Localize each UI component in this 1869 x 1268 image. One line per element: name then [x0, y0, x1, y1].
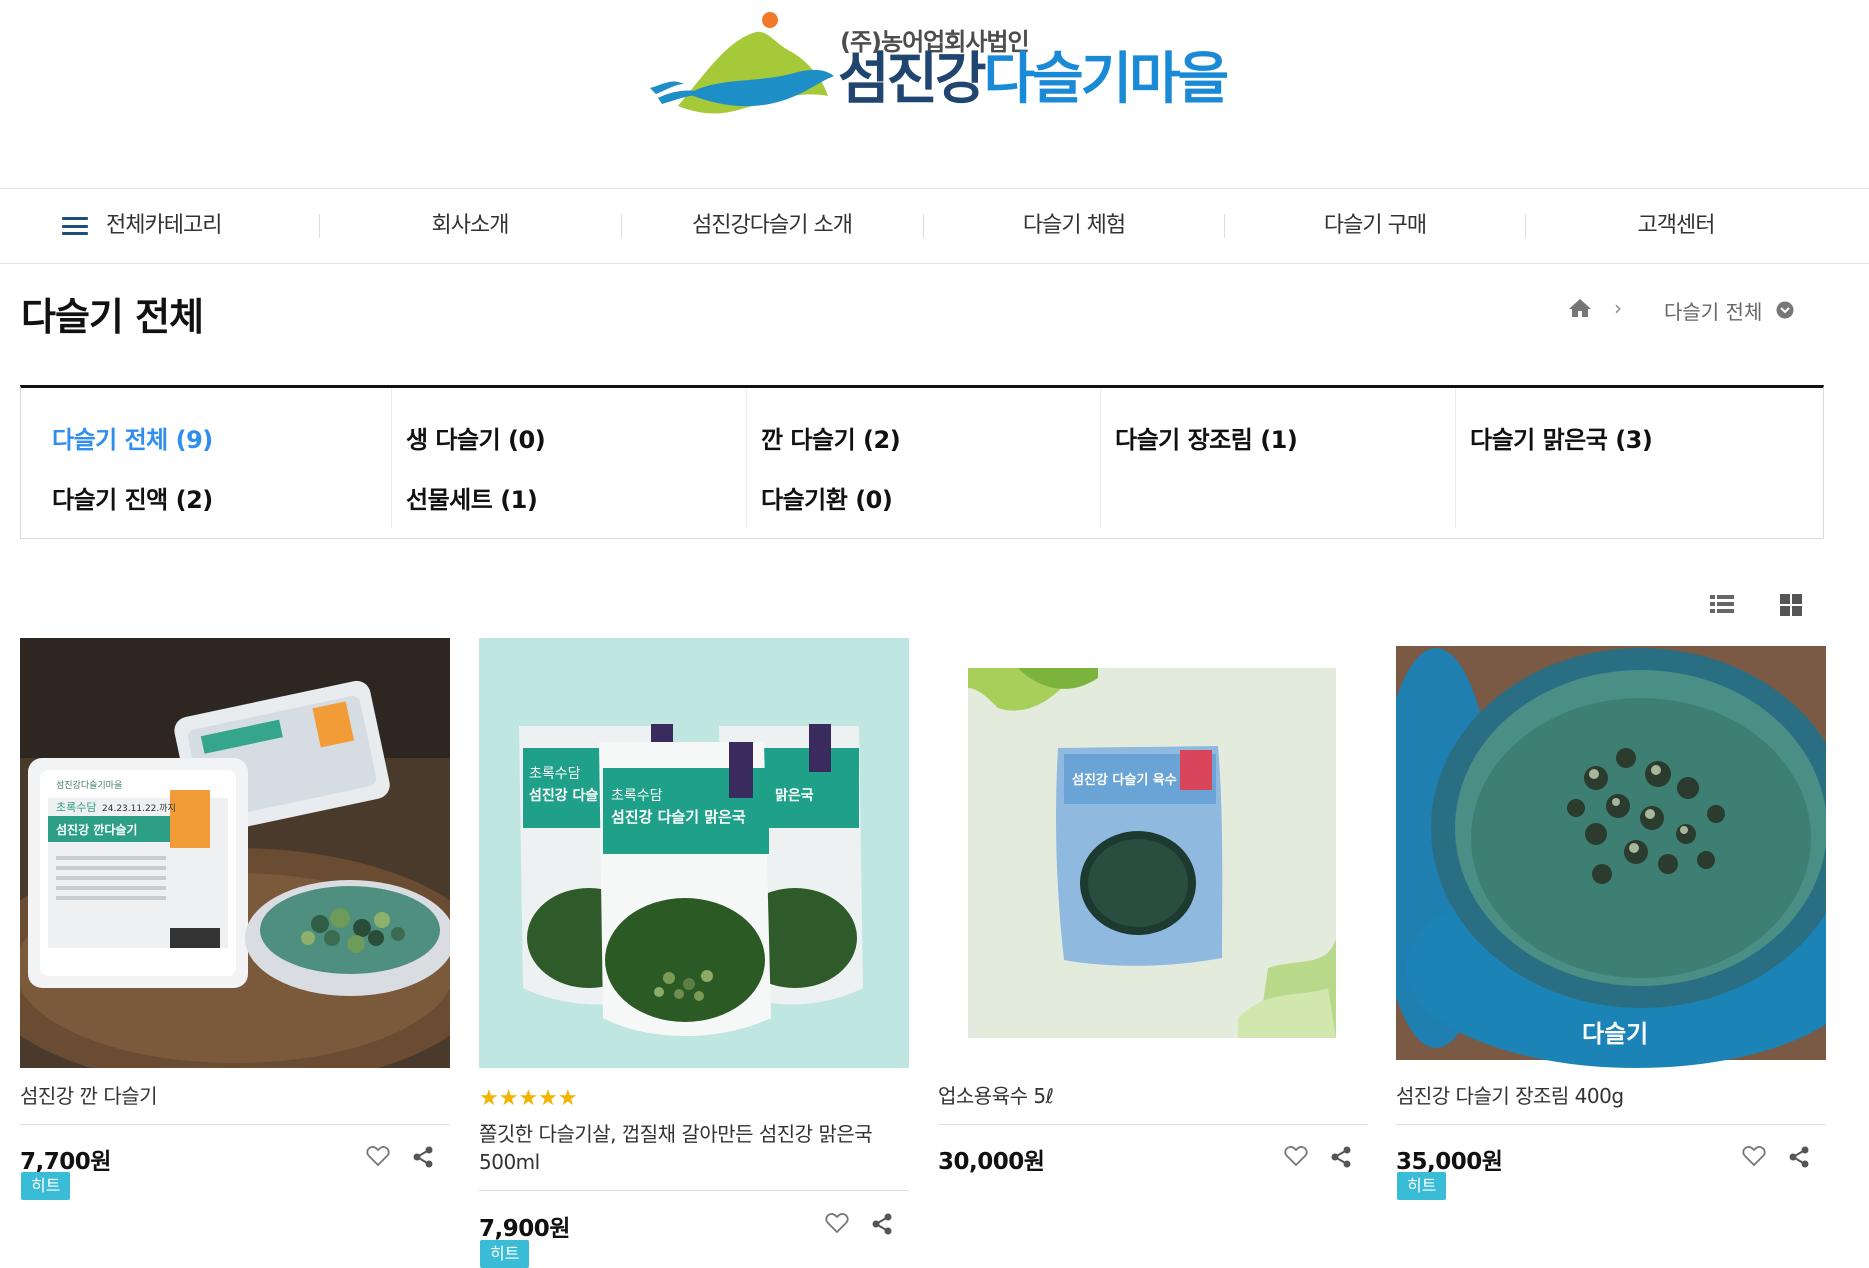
nav-all-category[interactable]: 전체카테고리 — [106, 189, 222, 263]
category-count: (2) — [175, 486, 214, 514]
category-gift-set[interactable]: 선물세트 (1) — [406, 480, 538, 515]
product-divider — [479, 1190, 909, 1191]
list-view-icon[interactable] — [1710, 594, 1734, 614]
product-name[interactable]: 업소용육수 5ℓ — [938, 1082, 1368, 1110]
hit-badge: 히트 — [480, 1240, 530, 1268]
logo-mountain-icon — [650, 12, 834, 114]
pack-brand-secondary: 초록수담 — [56, 801, 96, 814]
category-braised[interactable]: 다슬기 장조림 (1) — [1115, 420, 1298, 455]
product-divider — [1396, 1124, 1826, 1125]
nav-item-experience[interactable]: 다슬기 체험 — [924, 189, 1224, 263]
category-filter-box: 다슬기 전체 (9) 생 다슬기 (0) 깐 다슬기 (2) 다슬기 장조림 (… — [20, 385, 1824, 539]
jar-label: 다슬기 — [1582, 1020, 1648, 1048]
category-label: 다슬기 진액 — [52, 486, 168, 514]
pack-title: 섬진강 다슬기 맑은국 — [611, 808, 746, 826]
chevron-right-icon: › — [1614, 296, 1622, 320]
heart-icon[interactable] — [825, 1212, 849, 1234]
share-icon[interactable] — [1788, 1146, 1810, 1168]
product-divider — [938, 1124, 1368, 1125]
category-column-divider — [1455, 388, 1456, 528]
product-image[interactable]: 섬진강다슬기마을 초록수담 24.23.11.22.까지 섬진강 깐다슬기 — [20, 638, 450, 1068]
category-label: 깐 다슬기 — [761, 426, 856, 454]
heart-icon[interactable] — [1742, 1145, 1766, 1167]
product-divider — [20, 1124, 450, 1125]
category-label: 다슬기 장조림 — [1115, 426, 1253, 454]
product-price: 7,700원 — [20, 1149, 111, 1175]
category-label: 선물세트 — [406, 486, 493, 514]
logo-title-part1: 섬진강 — [838, 47, 987, 112]
product-image[interactable]: 다슬기 — [1396, 638, 1826, 1068]
category-label: 다슬기 맑은국 — [1470, 426, 1608, 454]
rating-stars: ★★★★★ — [479, 1086, 578, 1111]
breadcrumb-current[interactable]: 다슬기 전체 — [1664, 296, 1762, 325]
product-price: 30,000원 — [938, 1149, 1045, 1175]
share-icon[interactable] — [412, 1146, 434, 1168]
category-count: (9) — [175, 426, 214, 454]
product-name[interactable]: 섬진강 깐 다슬기 — [20, 1082, 450, 1110]
product-name[interactable]: 섬진강 다슬기 장조림 400g — [1396, 1082, 1826, 1110]
category-count: (1) — [500, 486, 538, 514]
pack-brand: 초록수담 — [529, 766, 581, 782]
product-image[interactable]: 초록수담 섬진강 다슬 맑은국 초록수담 섬진강 다슬기 맑은국 — [479, 638, 909, 1068]
heart-icon[interactable] — [1284, 1145, 1308, 1167]
category-count: (1) — [1260, 426, 1298, 454]
pack-title: 섬진강 다슬기 육수 — [1072, 772, 1177, 788]
chevron-down-circle-icon[interactable] — [1776, 300, 1794, 324]
category-clear-soup[interactable]: 다슬기 맑은국 (3) — [1470, 420, 1653, 455]
site-logo[interactable]: (주)농어업회사법인 섬진강다슬기마을 — [648, 10, 1229, 120]
hit-badge: 히트 — [21, 1172, 71, 1200]
pack-expiry: 24.23.11.22.까지 — [102, 803, 176, 814]
logo-title-part2: 다슬기마을 — [983, 47, 1230, 112]
menu-icon[interactable] — [62, 217, 88, 235]
category-all[interactable]: 다슬기 전체 (9) — [52, 420, 213, 455]
nav-item-about-daslgi[interactable]: 섬진강다슬기 소개 — [622, 189, 922, 263]
category-count: (2) — [863, 426, 901, 454]
share-icon[interactable] — [1330, 1146, 1352, 1168]
category-count: (3) — [1615, 426, 1653, 454]
category-count: (0) — [855, 486, 893, 514]
pack-title-short: 섬진강 다슬 — [529, 787, 598, 804]
logo-title: 섬진강다슬기마을 — [838, 47, 1230, 112]
product-image[interactable]: 섬진강 다슬기 육수 — [938, 638, 1368, 1068]
product-price: 35,000원 — [1396, 1149, 1503, 1175]
category-count: (0) — [508, 426, 546, 454]
product-price: 7,900원 — [479, 1216, 570, 1242]
pack-title-side: 맑은국 — [775, 788, 814, 804]
nav-item-company[interactable]: 회사소개 — [320, 189, 620, 263]
share-icon[interactable] — [871, 1213, 893, 1235]
category-column-divider — [1100, 388, 1101, 528]
home-icon[interactable] — [1568, 298, 1592, 323]
grid-view-icon[interactable] — [1780, 594, 1802, 616]
category-raw[interactable]: 생 다슬기 (0) — [406, 420, 546, 455]
category-label: 다슬기 전체 — [52, 426, 168, 454]
heart-icon[interactable] — [366, 1145, 390, 1167]
category-label: 생 다슬기 — [406, 426, 501, 454]
hit-badge: 히트 — [1397, 1172, 1447, 1200]
category-extract[interactable]: 다슬기 진액 (2) — [52, 480, 213, 515]
category-column-divider — [391, 388, 392, 528]
pack-brand: 섬진강다슬기마을 — [56, 780, 122, 791]
product-name[interactable]: 쫄깃한 다슬기살, 껍질채 갈아만든 섬진강 맑은국 500ml — [479, 1120, 909, 1176]
pack-brand: 초록수담 — [611, 788, 663, 804]
nav-item-purchase[interactable]: 다슬기 구매 — [1225, 189, 1525, 263]
pack-title: 섬진강 깐다슬기 — [56, 822, 137, 837]
main-nav: 전체카테고리 회사소개 섬진강다슬기 소개 다슬기 체험 다슬기 구매 고객센터 — [0, 188, 1869, 264]
page-title: 다슬기 전체 — [21, 295, 204, 339]
category-peeled[interactable]: 깐 다슬기 (2) — [761, 420, 901, 455]
category-pills[interactable]: 다슬기환 (0) — [761, 480, 893, 515]
category-column-divider — [746, 388, 747, 528]
category-label: 다슬기환 — [761, 486, 848, 514]
nav-item-customer-center[interactable]: 고객센터 — [1526, 189, 1826, 263]
